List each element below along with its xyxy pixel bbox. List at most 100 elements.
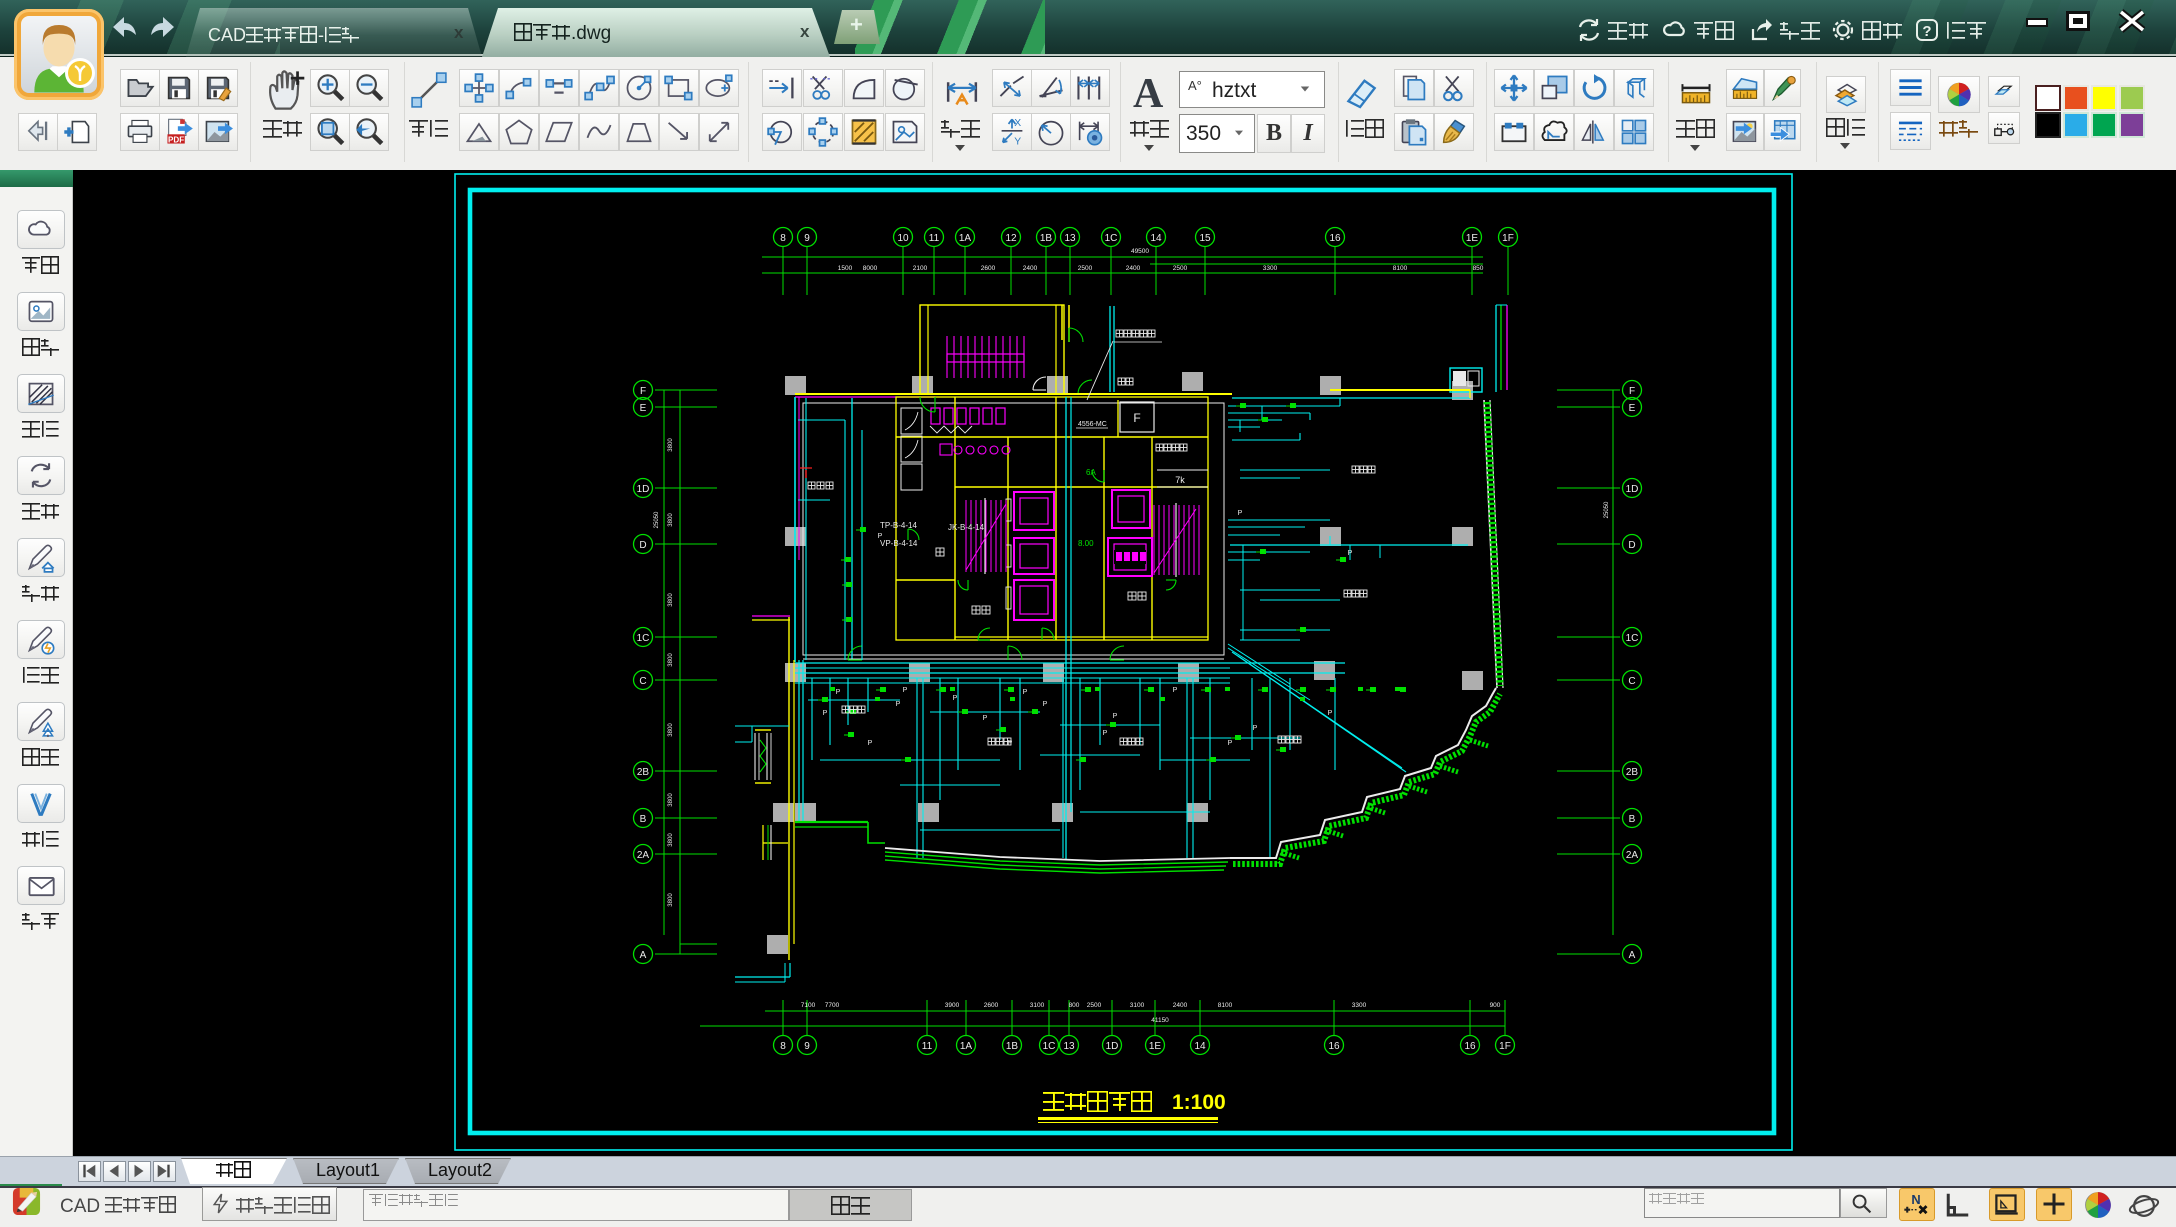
svg-text:16: 16 <box>1464 1041 1476 1052</box>
svg-text:P: P <box>1023 689 1028 696</box>
svg-text:P: P <box>1008 740 1013 747</box>
svg-text:13: 13 <box>1063 1041 1075 1052</box>
svg-text:14: 14 <box>1194 1041 1206 1052</box>
svg-text:2500: 2500 <box>1173 265 1188 272</box>
svg-text:P: P <box>1043 701 1048 708</box>
svg-text:7700: 7700 <box>825 1002 840 1009</box>
svg-text:13: 13 <box>1064 233 1076 244</box>
svg-text:2400: 2400 <box>1126 265 1141 272</box>
svg-text:2600: 2600 <box>981 265 996 272</box>
svg-text:9: 9 <box>804 1041 810 1052</box>
svg-text:E: E <box>640 403 647 414</box>
svg-text:B: B <box>1629 814 1636 825</box>
svg-text:1C: 1C <box>1105 233 1118 244</box>
svg-text:P: P <box>983 715 988 722</box>
svg-text:8: 8 <box>780 1041 786 1052</box>
svg-text:1D: 1D <box>1106 1041 1119 1052</box>
svg-text:1C: 1C <box>1043 1041 1056 1052</box>
svg-text:1500: 1500 <box>838 265 853 272</box>
svg-text:B: B <box>640 814 647 825</box>
svg-text:1F: 1F <box>1502 233 1514 244</box>
svg-text:15: 15 <box>1199 233 1211 244</box>
svg-text:900: 900 <box>1490 1002 1501 1009</box>
svg-text:16: 16 <box>1329 233 1341 244</box>
svg-text:2400: 2400 <box>1173 1002 1188 1009</box>
svg-text:7k: 7k <box>1175 475 1185 485</box>
svg-text:49500: 49500 <box>1131 248 1149 255</box>
svg-text:3800: 3800 <box>668 653 674 667</box>
svg-text:?: ? <box>1922 23 1931 40</box>
svg-text:1D: 1D <box>637 484 650 495</box>
svg-text:12: 12 <box>1005 233 1017 244</box>
svg-text:1C: 1C <box>637 633 650 644</box>
svg-text:3100: 3100 <box>1030 1002 1045 1009</box>
svg-text:F: F <box>1133 411 1140 425</box>
svg-text:8000: 8000 <box>863 265 878 272</box>
svg-text:1B: 1B <box>1040 233 1053 244</box>
svg-text:11: 11 <box>922 1041 933 1052</box>
svg-text:D: D <box>1628 540 1635 551</box>
svg-text:X: X <box>1014 118 1021 129</box>
svg-text:C: C <box>1628 676 1635 687</box>
svg-text:6A: 6A <box>1086 468 1096 477</box>
svg-text:2B: 2B <box>1626 767 1639 778</box>
svg-text:8100: 8100 <box>1393 265 1408 272</box>
svg-text:P: P <box>896 701 901 708</box>
svg-text:P: P <box>1228 740 1233 747</box>
svg-text:3100: 3100 <box>1130 1002 1145 1009</box>
svg-text:2B: 2B <box>637 767 650 778</box>
svg-text:TP-B-4-14: TP-B-4-14 <box>880 521 917 530</box>
svg-text:P: P <box>878 533 883 540</box>
svg-text:1D: 1D <box>1626 484 1639 495</box>
svg-text:3800: 3800 <box>668 893 674 907</box>
svg-text:F: F <box>640 386 646 397</box>
svg-text:11: 11 <box>929 233 940 244</box>
svg-text:P: P <box>903 687 908 694</box>
svg-text:1E: 1E <box>1466 233 1479 244</box>
svg-text:JK-B-4-14: JK-B-4-14 <box>948 523 985 532</box>
svg-text:25050: 25050 <box>654 511 660 528</box>
svg-text:P: P <box>1253 725 1258 732</box>
svg-text:2400: 2400 <box>1023 265 1038 272</box>
svg-text:25050: 25050 <box>1604 501 1610 518</box>
svg-text:C: C <box>639 676 646 687</box>
svg-text:850: 850 <box>1473 265 1484 272</box>
svg-text:P: P <box>1103 730 1108 737</box>
svg-text:41150: 41150 <box>1151 1017 1169 1024</box>
svg-text:1F: 1F <box>1499 1041 1511 1052</box>
svg-text:PDF: PDF <box>168 135 184 144</box>
svg-text:16: 16 <box>1328 1041 1340 1052</box>
svg-text:P: P <box>1348 550 1353 557</box>
svg-text:D: D <box>639 540 646 551</box>
svg-text:P: P <box>823 710 828 717</box>
svg-text:P: P <box>868 740 873 747</box>
svg-text:3800: 3800 <box>668 513 674 527</box>
svg-text:10: 10 <box>897 233 909 244</box>
svg-text:1A: 1A <box>959 233 972 244</box>
svg-text:1B: 1B <box>1006 1041 1019 1052</box>
svg-text:P: P <box>953 695 958 702</box>
svg-text:2500: 2500 <box>1078 265 1093 272</box>
svg-text:1C: 1C <box>1626 633 1639 644</box>
svg-text:P: P <box>1173 687 1178 694</box>
svg-text:A: A <box>640 950 647 961</box>
svg-text:2500: 2500 <box>1087 1002 1102 1009</box>
svg-text:P: P <box>1328 710 1333 717</box>
svg-text:E: E <box>1629 403 1636 414</box>
svg-text:3800: 3800 <box>668 723 674 737</box>
svg-text:8100: 8100 <box>1218 1002 1233 1009</box>
svg-text:VP-B-4-14: VP-B-4-14 <box>880 539 918 548</box>
svg-text:A: A <box>1629 950 1636 961</box>
svg-text:2A: 2A <box>637 850 650 861</box>
svg-text:3800: 3800 <box>668 438 674 452</box>
svg-text:P: P <box>1238 510 1243 517</box>
svg-text:1A: 1A <box>960 1041 973 1052</box>
svg-text:Y: Y <box>1014 137 1021 147</box>
svg-text:3800: 3800 <box>668 593 674 607</box>
svg-text:3300: 3300 <box>1263 265 1278 272</box>
svg-text:800: 800 <box>1069 1002 1080 1009</box>
svg-text:3800: 3800 <box>668 793 674 807</box>
svg-text:8: 8 <box>780 233 786 244</box>
svg-text:3800: 3800 <box>668 833 674 847</box>
svg-text:1E: 1E <box>1149 1041 1162 1052</box>
